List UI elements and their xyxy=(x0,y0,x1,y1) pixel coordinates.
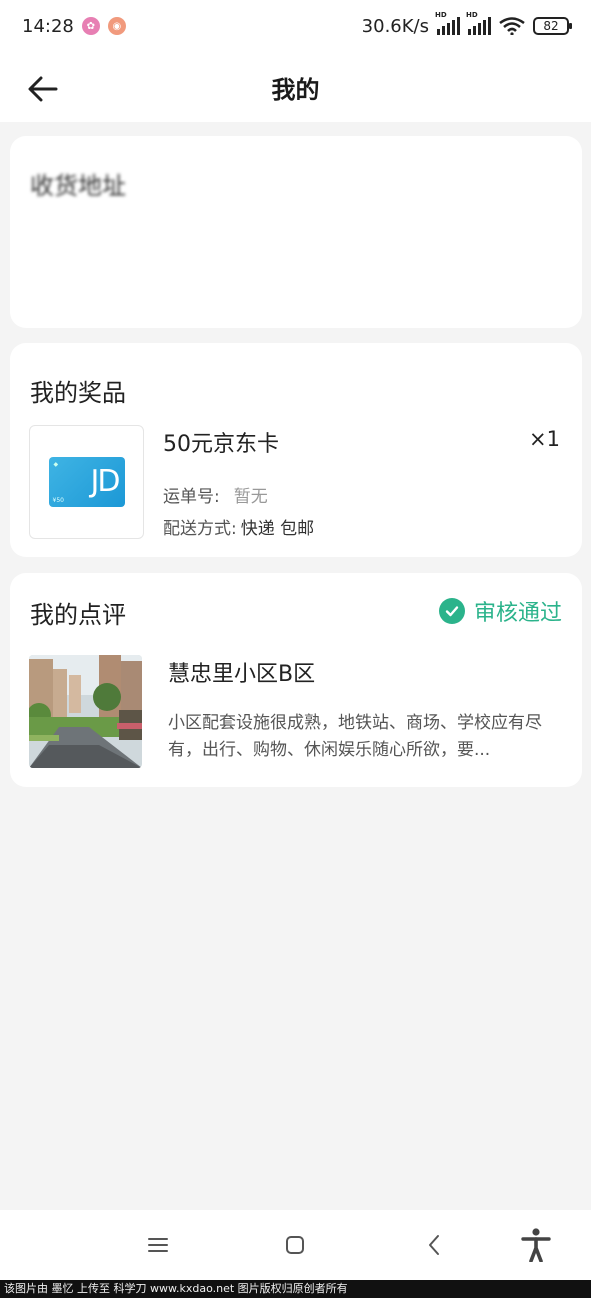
nav-home-button[interactable] xyxy=(278,1228,312,1262)
review-content: 小区配套设施很成熟，地铁站、商场、学校应有尽有，出行、购物、休闲娱乐随心所欲，要… xyxy=(168,713,542,760)
menu-icon xyxy=(148,1238,168,1252)
jd-gift-card-image: ◆ JD ¥50 xyxy=(48,457,125,507)
status-left: 14:28 ✿ ◉ xyxy=(22,16,126,37)
accessibility-icon xyxy=(521,1228,551,1262)
signal-icon: HD xyxy=(435,11,460,35)
jd-card-brand-mark: ◆ xyxy=(53,461,59,468)
nav-menu-button[interactable] xyxy=(141,1228,175,1262)
check-circle-icon xyxy=(438,598,465,624)
battery-level: 82 xyxy=(543,19,559,33)
network-speed: 30.6K/s xyxy=(361,15,429,37)
review-status-badge: 审核通过 xyxy=(438,595,562,627)
nav-back-button[interactable] xyxy=(417,1228,451,1262)
watermark-text: 该图片由 墨忆 上传至 科学刀 www.kxdao.net 图片版权归原创者所有 xyxy=(0,1280,591,1298)
review-card[interactable]: 我的点评 审核通过 慧忠里小区B区 小区配套设施很成熟，地铁站、商场、学校应有尽… xyxy=(10,573,582,787)
review-photo[interactable] xyxy=(29,655,142,768)
page-title: 我的 xyxy=(271,75,320,104)
delivery-label: 配送方式: xyxy=(163,519,237,539)
review-status-text: 审核通过 xyxy=(473,601,562,626)
signal-icon: HD xyxy=(466,11,491,35)
wifi-icon xyxy=(499,17,525,35)
jd-card-logo-text: JD xyxy=(90,464,121,499)
review-section-title: 我的点评 xyxy=(30,601,126,629)
chevron-left-icon xyxy=(429,1235,439,1255)
delivery-row: 配送方式: 快递 包邮 xyxy=(163,514,314,539)
system-nav-bar xyxy=(0,1210,591,1280)
notification-app-icon: ◉ xyxy=(107,17,126,35)
battery-icon: 82 xyxy=(533,17,572,35)
accessibility-button[interactable] xyxy=(519,1228,553,1262)
status-right: 30.6K/s HD HD 82 xyxy=(361,11,572,37)
status-bar: 14:28 ✿ ◉ 30.6K/s HD HD 82 xyxy=(0,0,591,52)
back-button[interactable] xyxy=(26,72,60,106)
page-header: 我的 xyxy=(0,52,591,122)
notification-app-icon: ✿ xyxy=(81,17,100,35)
prize-section-title: 我的奖品 xyxy=(30,379,126,407)
address-card[interactable]: 收货地址 xyxy=(10,136,582,328)
residential-community-photo xyxy=(29,655,142,768)
arrow-left-icon xyxy=(28,76,58,102)
address-title: 收货地址 xyxy=(30,172,126,200)
status-time: 14:28 xyxy=(22,15,74,37)
prize-thumbnail[interactable]: ◆ JD ¥50 xyxy=(29,425,144,539)
tracking-value: 暂无 xyxy=(233,487,268,507)
tracking-row: 运单号: 暂无 xyxy=(163,482,268,507)
prize-name: 50元京东卡 xyxy=(163,432,279,457)
jd-card-value-text: ¥50 xyxy=(52,497,64,504)
prize-card[interactable]: 我的奖品 ◆ JD ¥50 50元京东卡 ×1 运单号: 暂无 配送方式: 快递… xyxy=(10,343,582,557)
prize-quantity: ×1 xyxy=(529,427,560,451)
delivery-value: 快递 包邮 xyxy=(240,519,315,539)
signal-hd-label: HD xyxy=(435,11,447,19)
home-square-icon xyxy=(286,1236,304,1254)
tracking-label: 运单号: xyxy=(163,487,220,507)
review-place-name: 慧忠里小区B区 xyxy=(168,662,316,687)
signal-hd-label: HD xyxy=(466,11,478,19)
